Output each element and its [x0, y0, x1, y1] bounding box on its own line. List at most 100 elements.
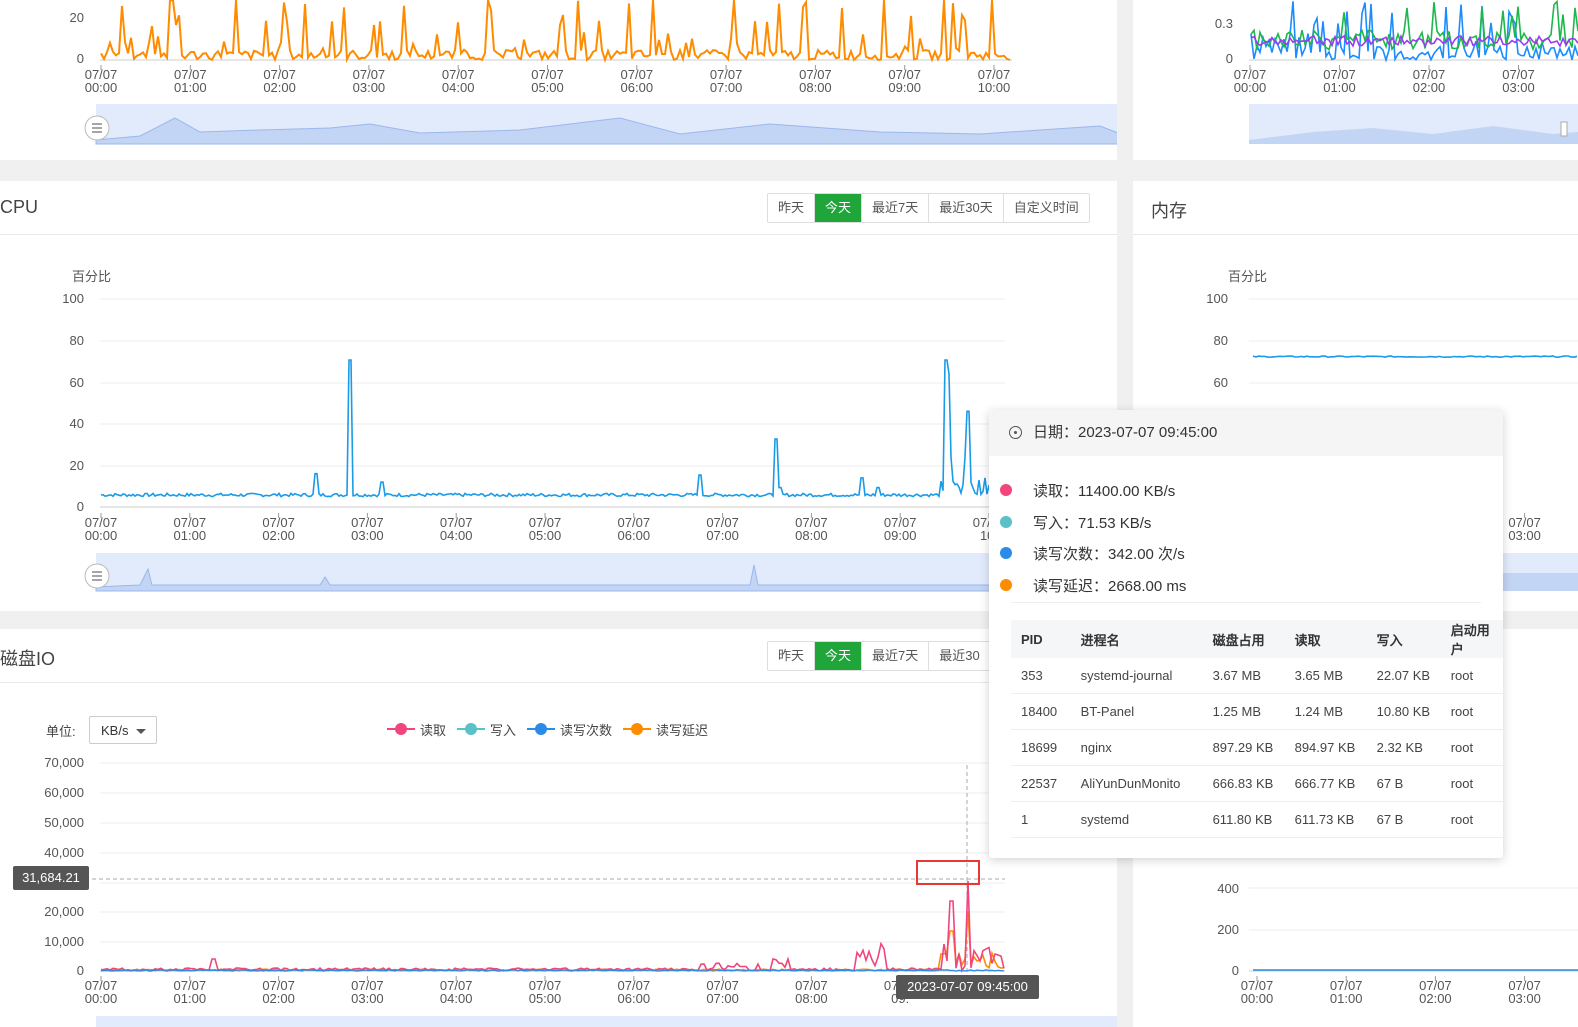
axis-tick-label: 08:00 [799, 80, 832, 95]
top-right-panel: 0.3 0 07/07 00:00 07/07 01:00 07/07 02:00 07/0… [1133, 0, 1578, 160]
table-cell: 3.65 MB [1284, 658, 1367, 694]
axis-tick-label: 00:00 [1241, 991, 1274, 1006]
axis-tick-label: 100 [62, 291, 84, 306]
disk-io-tooltip: 日期：2023-07-07 09:45:00 读取：11400.00 KB/s … [989, 410, 1503, 858]
axis-tick-label: 01:00 [174, 80, 207, 95]
svg-text:百分比: 百分比 [1228, 269, 1267, 284]
table-cell: 353 [1011, 658, 1071, 694]
svg-text:200: 200 [1217, 922, 1239, 937]
axis-tick-label: 06:00 [621, 80, 654, 95]
axis-tick-label: 60 [1214, 375, 1228, 390]
col-write: 写入 [1366, 620, 1441, 658]
axis-tick-label: 01:00 [1323, 80, 1356, 95]
table-row: 22537 AliYunDunMonito 666.83 KB 666.77 KB 67… [1011, 765, 1503, 802]
cursor-y-label: 31,684.21 [13, 866, 89, 890]
table-cell: 1 [1011, 801, 1071, 838]
table-cell: 666.83 KB [1202, 765, 1285, 802]
axis-tick-label: 01:00 [1330, 991, 1363, 1006]
top-left-chart: 20 0 07/0700:0007/0701:0007/0702:0007/07… [70, 0, 1117, 145]
axis-tick-label: 03:00 [351, 528, 384, 543]
svg-text:0: 0 [1226, 51, 1233, 66]
top-right-chart: 0.3 0 07/0700:0007/0701:0007/0702:0007/0… [1215, 0, 1578, 144]
table-cell: 18699 [1011, 729, 1071, 766]
table-cell: 897.29 KB [1202, 729, 1285, 766]
col-disk: 磁盘占用 [1202, 620, 1285, 658]
axis-tick-label: 07:00 [710, 80, 743, 95]
table-cell: 1.25 MB [1202, 693, 1285, 730]
table-cell: 2.32 KB [1366, 729, 1441, 766]
table-cell: 67 B [1366, 801, 1441, 838]
col-pid: PID [1011, 620, 1071, 658]
table-cell: 3.67 MB [1202, 658, 1285, 694]
axis-tick-label: 03:00 [1508, 991, 1541, 1006]
disk-panel: 磁盘IO 昨天 今天 最近7天 最近30 [0, 629, 1117, 1027]
axis-tick-label: 40 [70, 416, 84, 431]
axis-tick-label: 0 [77, 499, 84, 514]
table-cell: 10.80 KB [1366, 693, 1441, 730]
tooltip-read: 读取：11400.00 KB/s [1000, 480, 1175, 501]
axis-tick-label: 60 [70, 375, 84, 390]
table-cell: root [1440, 693, 1503, 730]
axis-tick-label: 04:00 [442, 80, 475, 95]
table-cell: 67 B [1366, 765, 1441, 802]
axis-tick-label: 80 [70, 333, 84, 348]
axis-tick-label: 00:00 [1234, 80, 1267, 95]
svg-text:400: 400 [1217, 881, 1239, 896]
svg-text:0.3: 0.3 [1215, 16, 1233, 31]
disk-btn-today[interactable]: 今天 [815, 642, 863, 670]
legend-read[interactable]: 读取 [387, 720, 446, 739]
svg-text:0: 0 [1232, 963, 1239, 978]
table-cell: systemd-journal [1070, 658, 1203, 694]
table-row: 18699 nginx 897.29 KB 894.97 KB 2.32 KB root [1011, 729, 1503, 766]
legend-latency[interactable]: 读写延迟 [623, 720, 708, 739]
table-cell: 1.24 MB [1284, 693, 1367, 730]
axis-tick-label: 100 [1206, 291, 1228, 306]
axis-tick-label: 03:00 [1508, 528, 1541, 543]
cpu-chart: 百分比 100806040200 07/0700:0007/0701:0007/… [62, 269, 1117, 592]
cursor-x-label: 2023-07-07 09:45:00 [896, 975, 1039, 999]
svg-text:20: 20 [70, 10, 84, 25]
axis-tick-label: 00:00 [85, 80, 118, 95]
table-cell: systemd [1070, 801, 1203, 838]
table-row: 353 systemd-journal 3.67 MB 3.65 MB 22.07 KB… [1011, 658, 1503, 694]
unit-select[interactable]: KB/s [89, 716, 157, 744]
disk-btn-yesterday[interactable]: 昨天 [768, 642, 816, 670]
axis-tick-label: 80 [1214, 333, 1228, 348]
axis-tick-label: 06:00 [618, 528, 651, 543]
table-cell: 611.80 KB [1202, 801, 1285, 838]
table-cell: 611.73 KB [1284, 801, 1367, 838]
disk-btn-30days[interactable]: 最近30 [929, 642, 990, 670]
legend-write[interactable]: 写入 [457, 720, 516, 739]
col-name: 进程名 [1070, 620, 1203, 658]
col-user: 启动用户 [1440, 620, 1503, 658]
svg-text:0: 0 [77, 51, 84, 66]
table-cell: 22.07 KB [1366, 658, 1441, 694]
unit-label: 单位: [46, 724, 76, 739]
axis-tick-label: 00:00 [85, 528, 118, 543]
axis-tick-label: 07:00 [706, 528, 739, 543]
tooltip-date: 日期：2023-07-07 09:45:00 [1033, 424, 1218, 441]
cpu-usage-series [100, 359, 1000, 499]
chevron-down-icon [136, 729, 146, 734]
axis-tick-label: 09:00 [888, 80, 921, 95]
unit-select-value: KB/s [101, 723, 129, 738]
legend-iops[interactable]: 读写次数 [527, 720, 612, 739]
highlight-box [916, 860, 980, 885]
memory-usage-series [1252, 355, 1578, 359]
axis-tick-label: 02:00 [1419, 991, 1452, 1006]
table-cell: 666.77 KB [1284, 765, 1367, 802]
tooltip-iops: 读写次数：342.00 次/s [1000, 543, 1185, 564]
axis-tick-label: 03:00 [353, 80, 386, 95]
tooltip-latency: 读写延迟：2668.00 ms [1000, 575, 1186, 596]
table-cell: 22537 [1011, 765, 1071, 802]
axis-tick-label: 02:00 [263, 80, 296, 95]
axis-tick-label: 03:00 [1502, 80, 1535, 95]
table-cell: root [1440, 729, 1503, 766]
cpu-panel: CPU 昨天 今天 最近7天 最近30天 自定义时间 百分比 100 80 60 40… [0, 181, 1117, 611]
table-cell: nginx [1070, 729, 1203, 766]
axis-tick-label: 20 [70, 458, 84, 473]
disk-time-range: 昨天 今天 最近7天 最近30 [767, 641, 991, 671]
svg-text:百分比: 百分比 [72, 269, 111, 284]
disk-btn-7days[interactable]: 最近7天 [862, 642, 930, 670]
table-cell: root [1440, 658, 1503, 694]
